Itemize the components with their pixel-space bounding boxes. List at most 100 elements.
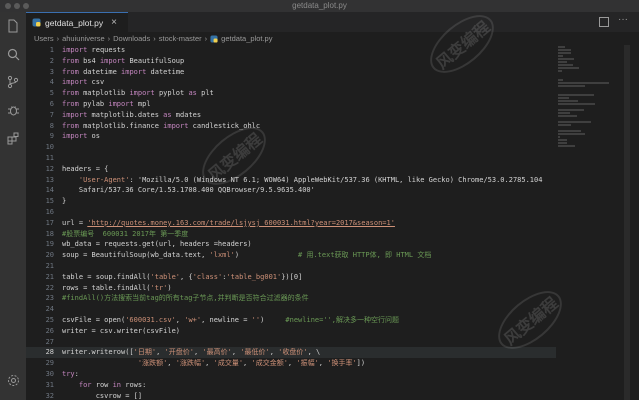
python-file-icon (32, 18, 41, 27)
code-line[interactable]: 30 try: (26, 369, 556, 380)
code-line[interactable]: 6 from pylab import mpl (26, 99, 556, 110)
source-control-icon[interactable] (5, 74, 21, 90)
code-text: csvFile = open('600031.csv', 'w+', newli… (62, 315, 399, 324)
code-line[interactable]: 18 #股票编号 600031 2017年 第一季度 (26, 229, 556, 240)
code-line[interactable]: 14 Safari/537.36 Core/1.53.1708.400 QQBr… (26, 185, 556, 196)
line-number: 11 (45, 153, 54, 162)
code-line[interactable]: 23 #findAll()方法搜索当前tag的所有tag子节点,并判断是否符合过滤… (26, 293, 556, 304)
line-number: 24 (45, 305, 54, 314)
code-text: csvrow = [] (62, 391, 143, 400)
code-line[interactable]: 11 (26, 153, 556, 164)
code-line[interactable]: 21 (26, 261, 556, 272)
code-editor[interactable]: 1 import requests 2 from bs4 import Beautif… (26, 45, 556, 400)
minimize-window-button[interactable] (14, 3, 20, 9)
minimap-line (558, 46, 565, 48)
code-line[interactable]: 29 '涨跌额', '涨跌幅', '成交量', '成交金额', '振幅', '换… (26, 358, 556, 369)
search-icon[interactable] (5, 46, 21, 62)
code-line[interactable]: 10 (26, 142, 556, 153)
minimap-line (558, 79, 563, 81)
minimap-line (558, 70, 562, 72)
code-line[interactable]: 28 writer.writerow(['日期', '开盘价', '最高价', '… (26, 347, 556, 359)
breadcrumb-item[interactable]: ahuiuniverse (62, 34, 105, 43)
code-line[interactable]: 27 (26, 337, 556, 348)
code-text: '涨跌额', '涨跌幅', '成交量', '成交金额', '振幅', '换手率'… (137, 359, 366, 368)
breadcrumb-item[interactable]: Downloads (113, 34, 150, 43)
minimap[interactable] (558, 45, 618, 305)
scrollbar[interactable] (624, 45, 630, 400)
minimap-line (558, 139, 567, 141)
line-number: 20 (45, 251, 54, 260)
code-text: } (62, 197, 67, 206)
code-text: #股票编号 600031 2017年 第一季度 (62, 229, 189, 238)
code-line[interactable]: 12 headers = { (26, 164, 556, 175)
breadcrumb-item[interactable]: stock-master (159, 34, 202, 43)
minimap-line (558, 109, 584, 111)
code-line[interactable]: 9 import os (26, 131, 556, 142)
minimap-line (558, 64, 573, 66)
code-line[interactable]: 20 soup = BeautifulSoup(wb_data.text, 'lx… (26, 250, 556, 261)
code-text: #findAll()方法搜索当前tag的所有tag子节点,并判断是否符合过滤器的… (62, 294, 309, 303)
code-line[interactable]: 25 csvFile = open('600031.csv', 'w+', new… (26, 315, 556, 326)
code-line[interactable]: 19 wb_data = requests.get(url, headers =h… (26, 239, 556, 250)
minimap-line (558, 49, 571, 51)
tab-label: getdata_plot.py (45, 17, 104, 28)
line-number: 14 (45, 186, 54, 195)
line-number: 19 (45, 240, 54, 249)
line-number: 10 (45, 143, 54, 152)
code-text: 'User-Agent': 'Mozilla/5.0 (Windows NT 6… (78, 175, 543, 184)
code-line[interactable]: 26 writer = csv.writer(csvFile) (26, 326, 556, 337)
tab-getdata-plot[interactable]: getdata_plot.py × (26, 12, 128, 32)
line-number: 23 (45, 294, 54, 303)
minimap-line (558, 133, 585, 135)
code-line[interactable]: 21 table = soup.findAll('table', {'class'… (26, 272, 556, 283)
code-line[interactable]: 22 rows = table.findAll('tr') (26, 283, 556, 294)
settings-icon[interactable] (5, 372, 21, 388)
files-icon[interactable] (5, 18, 21, 34)
code-text: import os (62, 132, 100, 141)
code-line[interactable]: 5 from matplotlib import pyplot as plt (26, 88, 556, 99)
code-line[interactable]: 13 'User-Agent': 'Mozilla/5.0 (Windows N… (26, 175, 556, 186)
code-line[interactable]: 32 csvrow = [] (26, 391, 556, 400)
minimap-line (558, 103, 595, 105)
line-number: 21 (45, 272, 54, 281)
code-text: import matplotlib.dates as mdates (62, 110, 202, 119)
code-text: headers = { (62, 164, 109, 173)
more-actions-icon[interactable]: ··· (618, 14, 628, 25)
code-text: writer = csv.writer(csvFile) (62, 326, 181, 335)
minimap-line (558, 82, 609, 84)
line-number: 25 (45, 315, 54, 324)
code-text: table = soup.findAll('table', {'class':'… (62, 272, 303, 281)
code-line[interactable]: 24 (26, 304, 556, 315)
tab-bar: getdata_plot.py × ··· (26, 12, 639, 32)
line-number: 30 (45, 369, 54, 378)
window-title: getdata_plot.py (292, 1, 347, 10)
debug-icon[interactable] (5, 102, 21, 118)
line-number: 26 (45, 326, 54, 335)
code-text: writer.writerow(['日期', '开盘价', '最高价', '最低… (62, 348, 321, 357)
code-line[interactable]: 17 url = 'http://quotes.money.163.com/tra… (26, 218, 556, 229)
code-text: soup = BeautifulSoup(wb_data.text, 'lxml… (62, 251, 432, 260)
code-line[interactable]: 8 from matplotlib.finance import candlest… (26, 121, 556, 132)
code-text: wb_data = requests.get(url, headers =hea… (62, 240, 252, 249)
code-line[interactable]: 31 for row in rows: (26, 380, 556, 391)
line-number: 7 (49, 110, 54, 119)
code-line[interactable]: 4 import csv (26, 77, 556, 88)
code-line[interactable]: 15} (26, 196, 556, 207)
close-icon[interactable]: × (111, 17, 117, 28)
minimap-line (558, 100, 578, 102)
maximize-window-button[interactable] (23, 3, 29, 9)
code-line[interactable]: 3 from datetime import datetime (26, 67, 556, 78)
line-number: 28 (45, 348, 54, 357)
code-line[interactable]: 7 import matplotlib.dates as mdates (26, 110, 556, 121)
extensions-icon[interactable] (5, 130, 21, 146)
breadcrumb-item[interactable]: Users (34, 34, 54, 43)
breadcrumb-item[interactable]: getdata_plot.py (221, 34, 272, 43)
split-editor-icon[interactable] (599, 17, 609, 27)
line-number: 18 (45, 229, 54, 238)
breadcrumb: Users › ahuiuniverse › Downloads › stock-ma… (34, 34, 273, 43)
close-window-button[interactable] (5, 3, 11, 9)
line-number: 15 (45, 197, 54, 206)
code-line[interactable]: 16 (26, 207, 556, 218)
minimap-line (558, 121, 591, 123)
minimap-line (558, 124, 571, 126)
